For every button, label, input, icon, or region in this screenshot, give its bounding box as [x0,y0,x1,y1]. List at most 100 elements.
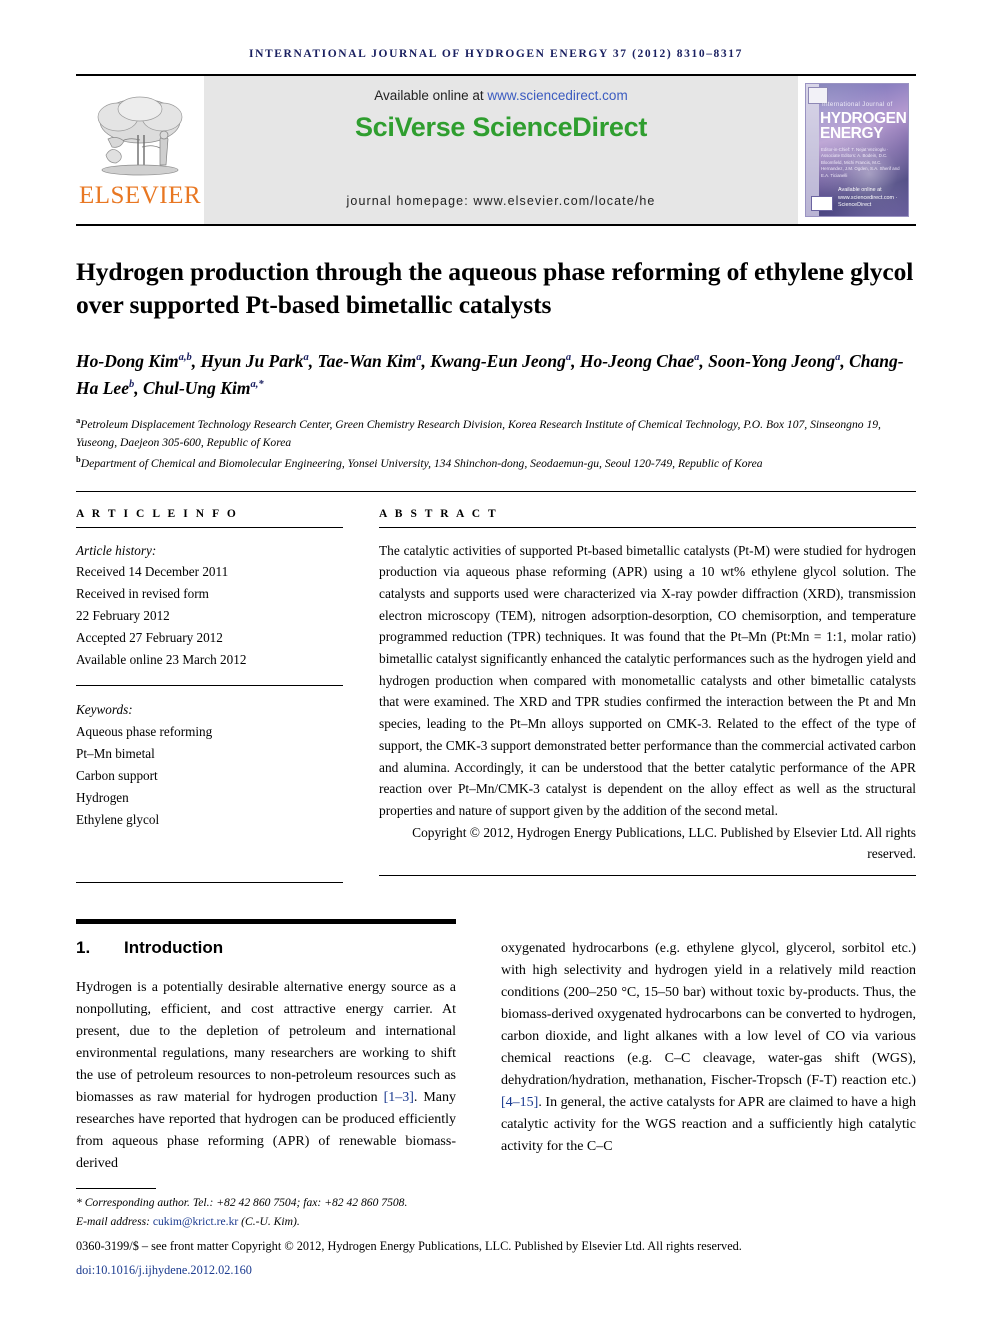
intro-paragraph-left: Hydrogen is a potentially desirable alte… [76,977,456,1175]
email-suffix: (C.-U. Kim). [238,1214,300,1228]
affiliation-text: Department of Chemical and Biomolecular … [80,456,763,470]
footnote-block: * Corresponding author. Tel.: +82 42 860… [76,1188,916,1281]
abstract-bottom-rule [379,875,916,877]
keyword-item: Carbon support [76,767,158,783]
author-entry: Chul-Ung Kima,* [143,378,264,398]
keyword-item: Pt–Mn bimetal [76,745,155,761]
elsevier-wordmark: ELSEVIER [78,181,202,209]
author-name: Chul-Ung Kim [142,378,251,399]
cover-title-line2: ENERGY [820,125,884,143]
sciverse-sciencedirect-logo: SciVerse ScienceDirect [355,112,647,143]
info-abstract-block: A R T I C L E I N F O Article history: R… [76,508,916,884]
citation-ref[interactable]: [1–3] [384,1090,414,1105]
available-online-text: Available online at [374,88,488,103]
article-info-column: A R T I C L E I N F O Article history: R… [76,508,343,884]
author-entry: Ho-Dong Kima,b, [76,351,201,372]
article-history: Article history: Received 14 December 20… [76,540,343,671]
body-columns: 1. Introduction Hydrogen is a potentiall… [76,938,916,1175]
footnote-rule [76,1188,156,1190]
author-affil-marker: a [565,352,572,364]
author-affil-marker: a [303,352,309,364]
author-name: Kwang-Eun Jeong [430,351,566,372]
author-affil-marker: a [416,352,422,364]
article-history-item: Available online 23 March 2012 [76,652,247,668]
article-history-item: Received 14 December 2011 [76,564,229,580]
author-name: Tae-Wan Kim [317,351,417,372]
corresponding-author-text: Corresponding author. Tel.: +82 42 860 7… [84,1196,408,1210]
abstract-rule [379,526,916,528]
section-heading: 1. Introduction [76,938,456,958]
author-affil-marker: b [128,379,135,391]
keywords-block: Keywords: Aqueous phase reforming Pt–Mn … [76,685,343,830]
journal-cover-image: International Journal of HYDROGEN ENERGY… [805,83,909,217]
article-info-bottom-rule [76,882,343,884]
author-entry: Kwang-Eun Jeonga, [430,351,580,372]
doi-link[interactable]: doi:10.1016/j.ijhydene.2012.02.160 [76,1261,916,1281]
article-info-rule [76,526,343,528]
article-history-item: 22 February 2012 [76,608,170,624]
author-entry: Soon-Yong Jeonga, [708,351,850,372]
author-affil-marker: a,* [250,379,264,391]
body-column-left: 1. Introduction Hydrogen is a potentiall… [76,938,456,1175]
column-gap [343,508,379,884]
abstract-column: A B S T R A C T The catalytic activities… [379,508,916,884]
elsevier-logo: ELSEVIER [76,76,204,224]
affiliation-item: bDepartment of Chemical and Biomolecular… [76,453,916,474]
issn-copyright-line: 0360-3199/$ – see front matter Copyright… [76,1238,742,1253]
cover-sciencedirect-note: Available online at www.sciencedirect.co… [838,187,898,209]
author-affil-marker: a [694,352,700,364]
cover-journal-title: HYDROGEN ENERGY [820,110,907,143]
journal-cover: International Journal of HYDROGEN ENERGY… [798,76,916,224]
available-online-line: Available online at www.sciencedirect.co… [374,88,627,103]
intro-text-pre: Hydrogen is a potentially desirable alte… [76,979,456,1105]
author-affil-marker: a,b [178,352,192,364]
header-divider [76,490,916,492]
section-thick-rule [76,919,456,924]
keyword-item: Aqueous phase reforming [76,723,213,739]
article-history-item: Accepted 27 February 2012 [76,630,223,646]
affiliation-list: aPetroleum Displacement Technology Resea… [76,414,916,474]
author-name: Ho-Jeong Chae [579,351,695,372]
keyword-item: Hydrogen [76,789,129,805]
section-title: Introduction [124,937,224,957]
author-name: Ho-Dong Kim [76,351,179,372]
citation-ref[interactable]: [4–15] [501,1095,538,1110]
article-title: Hydrogen production through the aqueous … [76,257,914,319]
intro-right-pre: oxygenated hydrocarbons (e.g. ethylene g… [501,940,916,1088]
author-entry: Ho-Jeong Chaea, [579,351,709,372]
affiliation-text: Petroleum Displacement Technology Resear… [76,417,881,450]
article-info-heading: A R T I C L E I N F O [76,507,239,520]
sciencedirect-link[interactable]: www.sciencedirect.com [487,88,627,103]
author-name: Hyun Ju Park [200,351,304,372]
body-column-gap [456,938,501,1175]
author-name: Soon-Yong Jeong [708,351,836,372]
abstract-copyright: Copyright © 2012, Hydrogen Energy Public… [412,824,916,862]
corresponding-author-note: * Corresponding author. Tel.: +82 42 860… [76,1194,916,1213]
sciencedirect-band: Available online at www.sciencedirect.co… [204,76,798,224]
elsevier-tree-icon [97,96,183,175]
asterisk-marker: * [76,1196,82,1210]
cover-editors: Editor-in-Chief: T. Nejat Veziroglu · As… [821,147,900,178]
abstract-heading: A B S T R A C T [379,507,499,520]
section-number: 1. [76,937,91,957]
cover-journal-subtitle: International Journal of [822,102,893,108]
keywords-label: Keywords: [76,702,133,717]
email-label: E-mail address: [76,1214,153,1228]
author-entry: Hyun Ju Parka, [200,351,318,372]
sciencedirect-word: ScienceDirect [472,112,648,142]
article-history-label: Article history: [76,542,157,558]
body-column-right: oxygenated hydrocarbons (e.g. ethylene g… [501,938,916,1175]
author-entry: Tae-Wan Kima, [317,351,431,372]
cover-title-line1: HYDROGEN [820,110,907,127]
running-head: INTERNATIONAL JOURNAL OF HYDROGEN ENERGY… [249,48,743,60]
journal-homepage: journal homepage: www.elsevier.com/locat… [346,194,656,208]
intro-right-post: . In general, the active catalysts for A… [501,1094,916,1154]
abstract-text: The catalytic activities of supported Pt… [379,542,916,818]
sciverse-word: SciVerse [354,112,466,142]
author-list: Ho-Dong Kima,b, Hyun Ju Parka, Tae-Wan K… [76,348,916,402]
email-link[interactable]: cukim@krict.re.kr [153,1215,238,1228]
article-history-item: Received in revised form [76,586,209,602]
keyword-item: Ethylene glycol [76,811,160,827]
intro-paragraph-right: oxygenated hydrocarbons (e.g. ethylene g… [501,938,916,1158]
email-note: E-mail address: cukim@krict.re.kr (C.-U.… [76,1213,916,1232]
